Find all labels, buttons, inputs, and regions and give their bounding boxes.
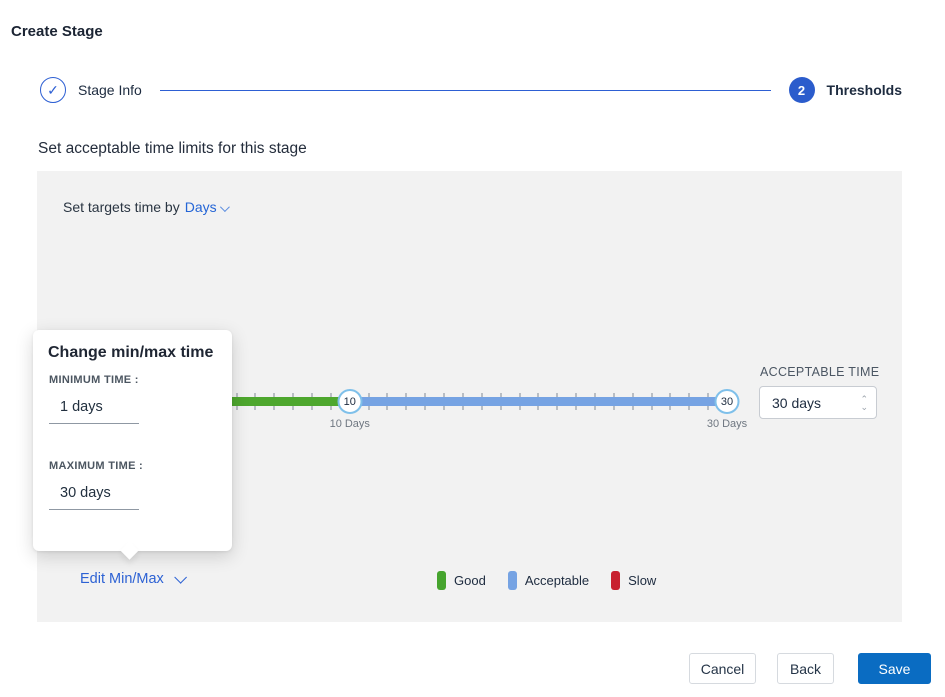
step-number-badge: 2: [789, 77, 815, 103]
minimum-time-label: MINIMUM TIME :: [49, 374, 139, 386]
legend-item-good: Good: [437, 571, 486, 590]
legend-label-acceptable: Acceptable: [525, 573, 589, 588]
slider-handle-min[interactable]: 10: [337, 389, 362, 414]
target-time-row: Set targets time by Days: [63, 199, 227, 215]
days-dropdown[interactable]: Days: [185, 199, 227, 215]
slider-legend: Good Acceptable Slow: [437, 571, 656, 590]
check-icon: ✓: [40, 77, 66, 103]
legend-label-slow: Slow: [628, 573, 656, 588]
number-stepper: ⌃ ⌄: [860, 395, 868, 411]
acceptable-time-field: ⌃ ⌄: [759, 386, 877, 419]
chevron-down-icon: [174, 571, 187, 584]
cancel-button[interactable]: Cancel: [689, 653, 756, 684]
page-title: Create Stage: [11, 23, 103, 40]
maximum-time-field: [49, 484, 139, 510]
maximum-time-input[interactable]: [49, 485, 137, 509]
slider-handle-min-label: 10 Days: [330, 418, 370, 430]
acceptable-time-input[interactable]: [760, 395, 840, 411]
change-minmax-popup: Change min/max time MINIMUM TIME : MAXIM…: [33, 330, 232, 551]
step-stage-info[interactable]: ✓ Stage Info: [40, 77, 142, 103]
step-stage-info-label: Stage Info: [78, 82, 142, 98]
edit-minmax-button[interactable]: Edit Min/Max: [80, 571, 183, 587]
slider-segment-acceptable: [350, 397, 727, 406]
target-time-prefix: Set targets time by: [63, 199, 180, 215]
slider-handle-max[interactable]: 30: [715, 389, 740, 414]
chevron-down-icon: [220, 202, 230, 212]
stepper-connector-line: [160, 90, 771, 91]
slow-swatch: [611, 571, 620, 590]
popup-title: Change min/max time: [48, 344, 213, 362]
step-thresholds-label: Thresholds: [827, 82, 902, 98]
legend-label-good: Good: [454, 573, 486, 588]
stepper-down-icon[interactable]: ⌄: [860, 403, 868, 411]
acceptable-time-label: ACCEPTABLE TIME: [760, 365, 879, 379]
minimum-time-field: [49, 398, 139, 424]
stepper: ✓ Stage Info 2 Thresholds: [40, 77, 902, 103]
days-dropdown-value: Days: [185, 199, 217, 215]
maximum-time-label: MAXIMUM TIME :: [49, 460, 143, 472]
step-thresholds[interactable]: 2 Thresholds: [789, 77, 902, 103]
slider-handle-max-label: 30 Days: [707, 418, 747, 430]
minimum-time-input[interactable]: [49, 399, 137, 423]
back-button[interactable]: Back: [777, 653, 834, 684]
legend-item-slow: Slow: [611, 571, 656, 590]
time-slider[interactable]: 1010 Days3030 Days: [180, 391, 727, 431]
legend-item-acceptable: Acceptable: [508, 571, 589, 590]
edit-minmax-label: Edit Min/Max: [80, 571, 164, 587]
save-button[interactable]: Save: [858, 653, 931, 684]
acceptable-swatch: [508, 571, 517, 590]
section-heading: Set acceptable time limits for this stag…: [38, 140, 307, 158]
good-swatch: [437, 571, 446, 590]
